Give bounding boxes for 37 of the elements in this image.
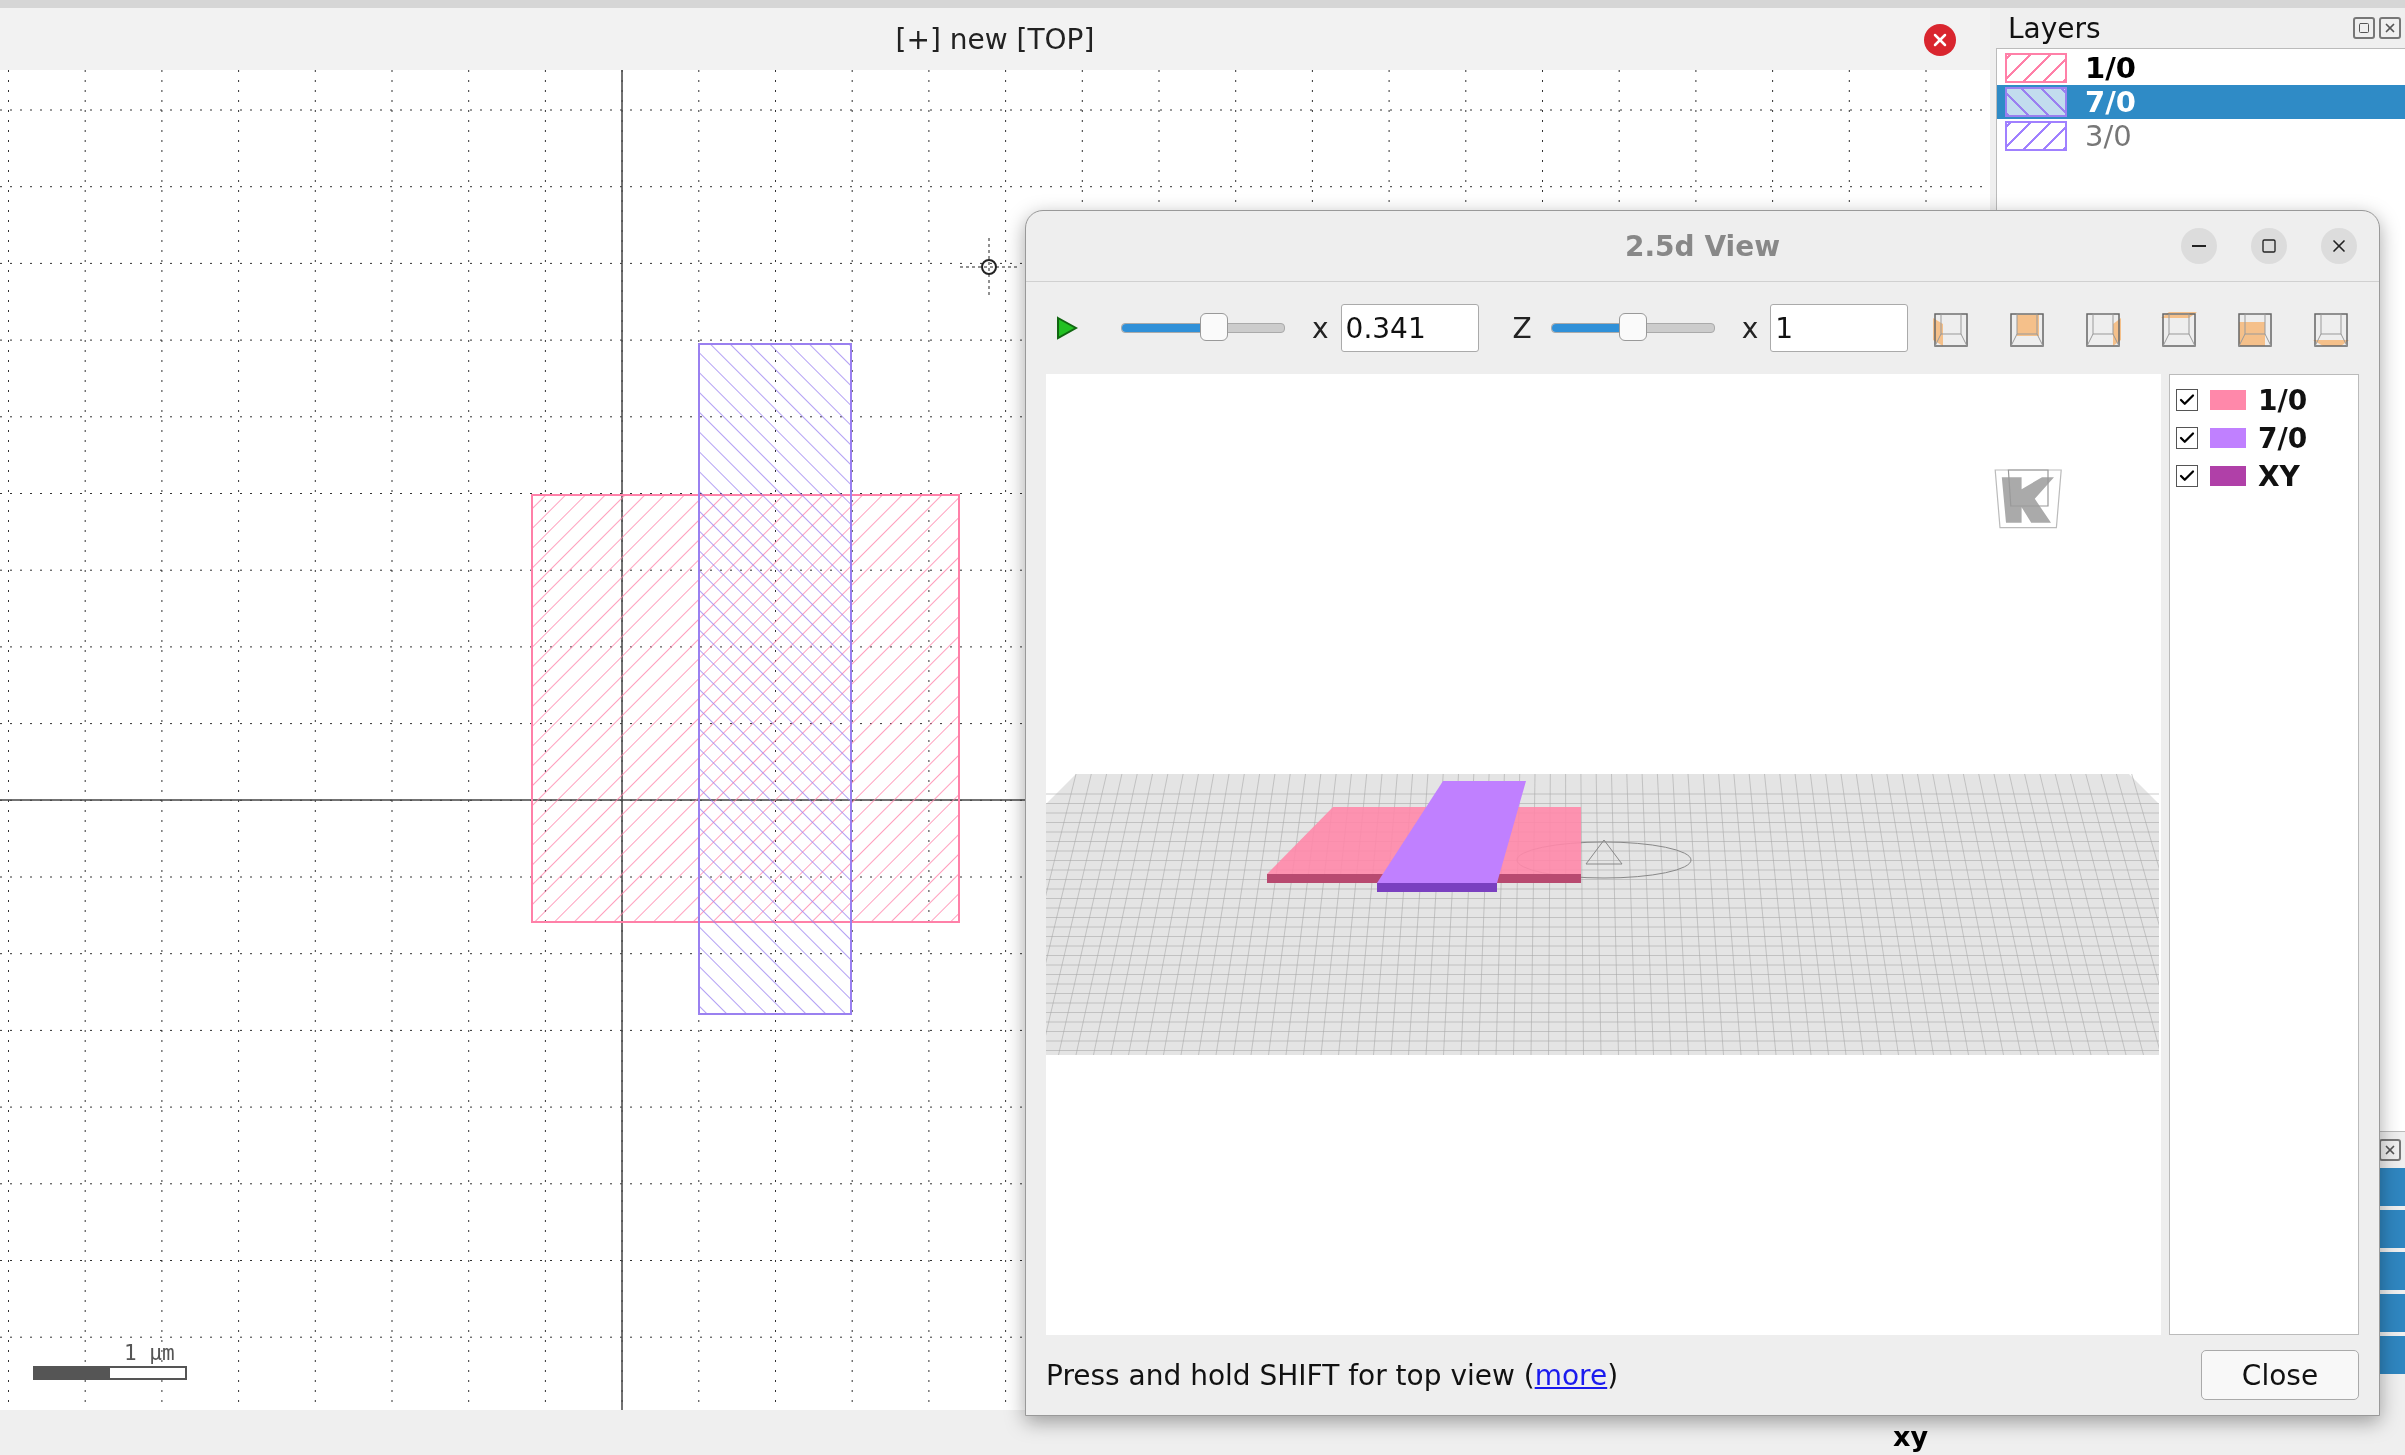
panel-title: Layers	[2008, 11, 2101, 45]
crosshair-icon	[959, 237, 1019, 297]
z-field[interactable]: 1	[1770, 304, 1909, 352]
close-icon[interactable]	[1924, 24, 1956, 56]
play-button[interactable]	[1056, 316, 1078, 340]
maximize-button[interactable]	[2251, 228, 2287, 264]
layer-name: 7/0	[2085, 85, 2136, 119]
view-title: [+] new [TOP]	[895, 22, 1095, 56]
z-label: Z	[1512, 311, 1532, 345]
layer-item[interactable]: 1/0	[1997, 51, 2405, 85]
status-label: xy	[1893, 1421, 1928, 1453]
layer-name: 1/0	[2085, 51, 2136, 85]
scale-label: x	[1312, 311, 1329, 345]
maximize-icon	[2261, 238, 2277, 254]
layer-checkbox[interactable]	[2176, 389, 2198, 411]
minimize-icon	[2192, 245, 2206, 247]
z-factor-label: x	[1741, 311, 1759, 345]
close-button[interactable]: Close	[2201, 1350, 2359, 1400]
close-icon[interactable]	[2379, 17, 2401, 39]
more-link[interactable]: more	[1534, 1358, 1608, 1392]
layer-item[interactable]: 7/0	[1997, 85, 2405, 119]
layer-name: 3/0	[2085, 119, 2132, 153]
slider-thumb[interactable]	[1200, 313, 1229, 341]
dialog-title: 2.5d View	[1625, 229, 1780, 263]
minimize-button[interactable]	[2181, 228, 2217, 264]
layer-item[interactable]: 3/0	[1997, 119, 2405, 153]
legend-label: 7/0	[2258, 421, 2308, 455]
float-icon[interactable]	[2353, 17, 2375, 39]
scale-label: 1 µm	[124, 1341, 175, 1365]
hint-text: Press and hold SHIFT for top view (more)	[1046, 1358, 1619, 1392]
layer-checkbox[interactable]	[2176, 465, 2198, 487]
scale-field[interactable]: 0.341	[1340, 304, 1479, 352]
legend-label: XY	[2258, 459, 2300, 493]
slider-thumb[interactable]	[1618, 313, 1647, 341]
close-button[interactable]	[2321, 228, 2357, 264]
layer-checkbox[interactable]	[2176, 427, 2198, 449]
legend-label: 1/0	[2258, 383, 2308, 417]
